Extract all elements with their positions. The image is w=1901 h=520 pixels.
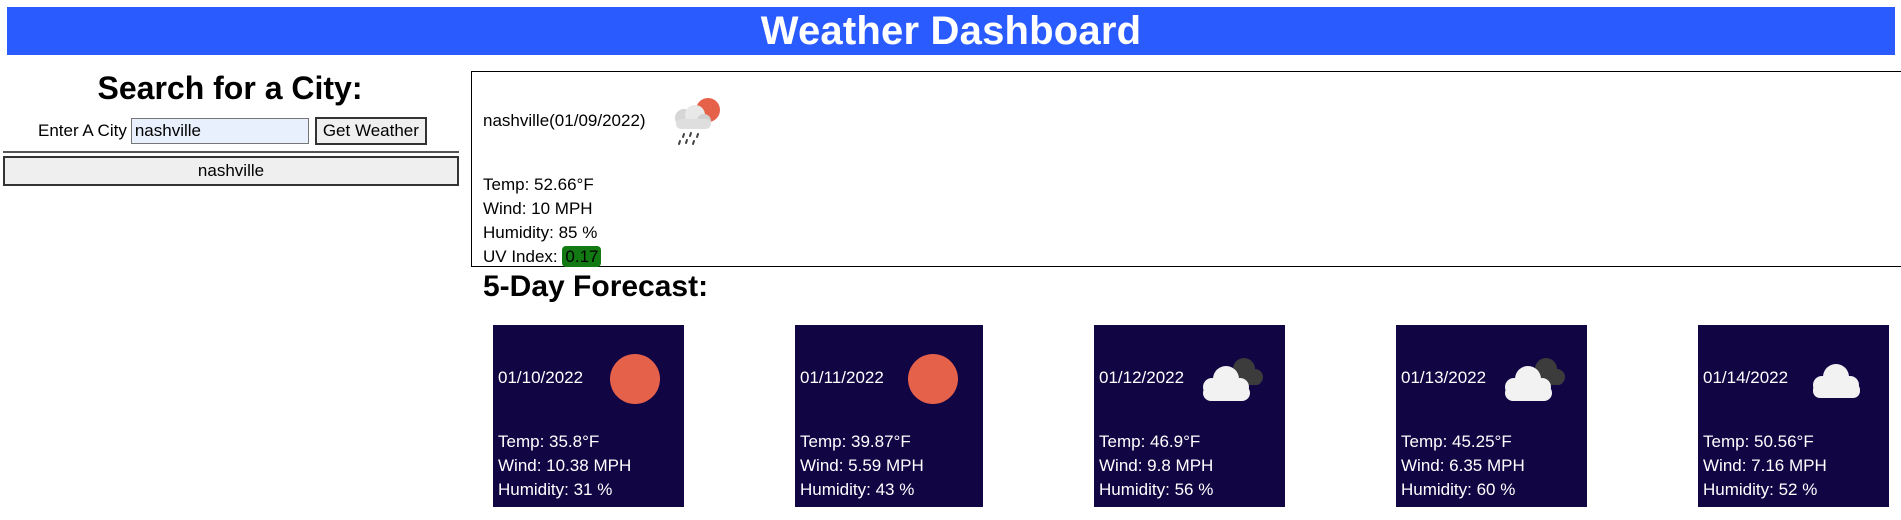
cloud-icon — [1813, 364, 1860, 398]
rain-cloud-sun-icon — [675, 98, 720, 145]
forecast-temp: Temp: 39.87°F — [800, 432, 911, 451]
current-temp: Temp: 52.66°F — [483, 175, 594, 194]
search-divider — [3, 151, 459, 153]
broken-clouds-icon — [1505, 358, 1565, 401]
header-bar: Weather Dashboard — [7, 7, 1895, 55]
forecast-card: 01/14/2022 Temp: 50.56°F Wind: 7.16 MPH … — [1698, 325, 1889, 507]
search-title: Search for a City: — [97, 70, 363, 106]
forecast-wind: Wind: 6.35 MPH — [1401, 456, 1525, 475]
current-uv: UV Index: 0.17 — [483, 246, 602, 267]
forecast-humidity: Humidity: 60 % — [1401, 480, 1516, 499]
history-city-button[interactable]: nashville — [3, 156, 459, 186]
forecast-humidity: Humidity: 31 % — [498, 480, 613, 499]
forecast-humidity: Humidity: 56 % — [1099, 480, 1214, 499]
page-title: Weather Dashboard — [760, 8, 1142, 53]
forecast-wind: Wind: 7.16 MPH — [1703, 456, 1827, 475]
forecast-wind: Wind: 9.8 MPH — [1099, 456, 1214, 475]
forecast-temp: Temp: 35.8°F — [498, 432, 600, 451]
current-wind: Wind: 10 MPH — [483, 199, 593, 218]
forecast-date: 01/10/2022 — [498, 368, 584, 387]
broken-clouds-icon — [1203, 358, 1263, 401]
forecast-date: 01/11/2022 — [800, 368, 884, 387]
uv-label: UV Index: — [483, 247, 558, 266]
forecast-humidity: Humidity: 43 % — [800, 480, 915, 499]
forecast-temp: Temp: 45.25°F — [1401, 432, 1512, 451]
current-weather-panel: nashville(01/09/2022) Temp: 52.66°F Wind… — [471, 71, 1901, 267]
current-humidity: Humidity: 85 % — [483, 223, 598, 242]
forecast-temp: Temp: 46.9°F — [1099, 432, 1201, 451]
forecast-date: 01/13/2022 — [1401, 368, 1487, 387]
forecast-card: 01/12/2022 Temp: 46.9°F Wind: 9.8 MPH Hu… — [1094, 325, 1285, 507]
forecast-date: 01/12/2022 — [1099, 368, 1185, 387]
city-search-input[interactable] — [130, 118, 309, 144]
sun-icon — [908, 354, 958, 404]
city-input-label: Enter A City — [38, 121, 127, 140]
sun-icon — [610, 354, 660, 404]
forecast-humidity: Humidity: 52 % — [1703, 480, 1818, 499]
search-form: Enter A City Get Weather — [38, 117, 427, 145]
current-city-date: nashville(01/09/2022) — [483, 111, 646, 130]
forecast-wind: Wind: 5.59 MPH — [800, 456, 924, 475]
forecast-date: 01/14/2022 — [1703, 368, 1789, 387]
forecast-card: 01/11/2022 Temp: 39.87°F Wind: 5.59 MPH … — [795, 325, 983, 507]
forecast-card: 01/10/2022 Temp: 35.8°F Wind: 10.38 MPH … — [493, 325, 684, 507]
forecast-card: 01/13/2022 Temp: 45.25°F Wind: 6.35 MPH … — [1396, 325, 1587, 507]
forecast-title: 5-Day Forecast: — [483, 270, 709, 303]
forecast-wind: Wind: 10.38 MPH — [498, 456, 632, 475]
uv-index-badge: 0.17 — [562, 246, 602, 267]
get-weather-button[interactable]: Get Weather — [314, 117, 427, 145]
forecast-temp: Temp: 50.56°F — [1703, 432, 1814, 451]
